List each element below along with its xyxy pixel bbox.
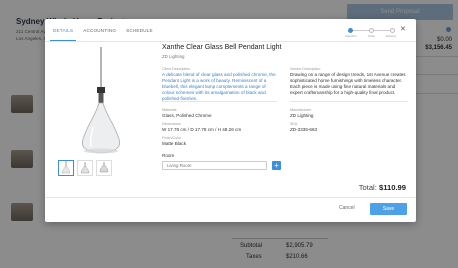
step-label-selection: Selection xyxy=(345,34,357,38)
dimensions-value: W 17.78 cm / D 17.78 cm / H 48.26 cm xyxy=(162,127,242,132)
client-description: A delicate blend of clear glass and poli… xyxy=(162,72,276,101)
section-divider xyxy=(290,101,408,102)
sku-value: ZD-3335-663 xyxy=(290,127,318,132)
modal-tabs: DETAILS ACCOUNTING SCHEDULE xyxy=(45,19,153,41)
materials-value: Glass, Polished Chrome xyxy=(162,113,212,118)
client-description-label: Client Description xyxy=(162,67,191,71)
sku-label: SKU xyxy=(290,122,298,126)
pendant-thumb-icon xyxy=(99,162,109,173)
vendor-description: Drawing on a range of design trends, 1st… xyxy=(290,72,406,95)
total-value: $110.99 xyxy=(378,183,406,192)
save-button[interactable]: Save xyxy=(370,203,407,215)
room-label: Room xyxy=(162,153,175,158)
tab-accounting[interactable]: ACCOUNTING xyxy=(83,19,116,41)
finish-label: Finish/Color xyxy=(162,136,182,140)
section-divider xyxy=(162,101,277,102)
product-image xyxy=(82,47,120,154)
materials-label: Materials xyxy=(162,108,177,112)
footer-divider xyxy=(45,197,416,198)
total-price: Total: $110.99 xyxy=(359,183,406,192)
add-room-button[interactable]: + xyxy=(272,161,281,170)
step-order-dot[interactable] xyxy=(369,28,374,33)
product-title: Xanthe Clear Glass Bell Pendant Light xyxy=(162,44,282,51)
status-stepper: Selection Order Delivery xyxy=(345,27,397,38)
image-thumbnails xyxy=(58,160,112,176)
total-label: Total: xyxy=(358,183,377,192)
product-details-modal: DETAILS ACCOUNTING SCHEDULE Selection Or… xyxy=(45,19,416,222)
step-label-delivery: Delivery xyxy=(386,34,397,38)
product-brand: ZD Lighting xyxy=(162,54,185,59)
close-icon[interactable]: ✕ xyxy=(400,25,406,33)
thumbnail-3[interactable] xyxy=(96,160,112,176)
pendant-thumb-icon xyxy=(80,162,90,174)
cancel-button[interactable]: Cancel xyxy=(339,205,355,211)
thumbnail-1[interactable] xyxy=(58,160,74,176)
tab-schedule[interactable]: SCHEDULE xyxy=(126,19,153,41)
thumbnail-2[interactable] xyxy=(77,160,93,176)
tab-details[interactable]: DETAILS xyxy=(49,19,77,41)
step-label-order: Order xyxy=(368,34,376,38)
tabs-divider xyxy=(45,41,416,42)
manufacturer-label: Manufacturer xyxy=(290,108,312,112)
room-select[interactable]: Living Room xyxy=(162,161,267,170)
manufacturer-value: ZD Lighting xyxy=(290,113,314,118)
dimensions-label: Dimensions xyxy=(162,122,181,126)
step-selection-dot[interactable] xyxy=(348,28,353,33)
vendor-description-label: Vendor Description xyxy=(290,67,321,71)
finish-value: Matte Black xyxy=(162,141,186,146)
pendant-thumb-icon xyxy=(61,161,71,174)
step-delivery-dot[interactable] xyxy=(390,28,395,33)
